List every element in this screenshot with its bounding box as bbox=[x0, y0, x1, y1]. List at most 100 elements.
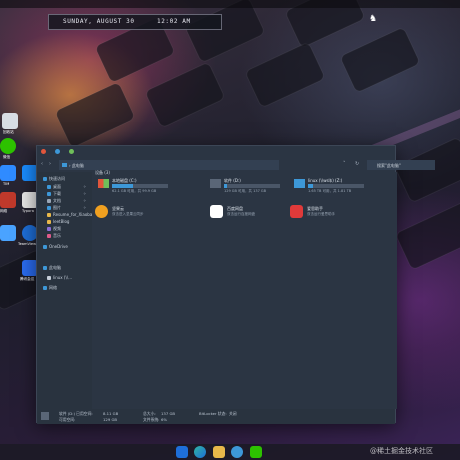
folder-icon bbox=[47, 213, 51, 217]
app-desc: 双击运行爱思助手 bbox=[307, 212, 335, 216]
sidebar-label: 桌面 bbox=[53, 184, 61, 189]
sidebar-item-network[interactable]: 网络 bbox=[43, 285, 57, 291]
app-baidu-netdisk[interactable]: 百度网盘 双击运行百度网盘 bbox=[210, 205, 288, 221]
desktop-icon-label: TIM bbox=[3, 182, 10, 186]
minimize-button[interactable] bbox=[55, 149, 60, 154]
sidebar-item-downloads[interactable]: 下载 bbox=[47, 191, 61, 197]
drive-usage-bar bbox=[224, 184, 280, 188]
date-time-widget: SUNDAY, AUGUST 30 12:02 AM bbox=[48, 14, 222, 30]
sidebar-label: 快速访问 bbox=[49, 176, 65, 181]
app-desc: 双击运行百度网盘 bbox=[227, 212, 255, 216]
sidebar-item-videos[interactable]: 视频 bbox=[47, 226, 61, 232]
drive-free-text: 62.1 GB 可用，共 99.9 GB bbox=[112, 189, 157, 193]
sidebar-item-pictures[interactable]: 图片 bbox=[47, 205, 61, 211]
music-folder-icon bbox=[47, 234, 51, 238]
folder-icon[interactable] bbox=[0, 225, 16, 241]
drive-name: linux (\\wsl$) (Z:) bbox=[308, 178, 343, 183]
star-icon bbox=[43, 177, 47, 181]
file-explorer-icon[interactable] bbox=[213, 446, 225, 458]
pin-icon[interactable]: ✧ bbox=[83, 191, 86, 196]
sidebar-label: linux (\\... bbox=[53, 275, 73, 280]
status-free-value: 129 GB bbox=[103, 417, 118, 422]
app-jianguoyun[interactable]: 坚果云 双击进入坚果云同步 bbox=[95, 205, 173, 221]
status-bitlocker-value: 关闭 bbox=[229, 411, 237, 416]
drive-free-text: 129 GB 可用，共 137 GB bbox=[224, 189, 267, 193]
recycle-bin-icon[interactable] bbox=[2, 113, 18, 129]
sidebar-item-resume[interactable]: Resume_for_Xiaobai bbox=[47, 212, 93, 217]
desktop-icon-label: 腾讯会议 bbox=[20, 277, 35, 281]
wechat-taskbar-icon[interactable] bbox=[250, 446, 262, 458]
address-bar[interactable]: › 此电脑 bbox=[59, 160, 279, 170]
date-text: SUNDAY, AUGUST 30 bbox=[63, 18, 135, 25]
top-strip bbox=[0, 0, 460, 8]
desktop-icon-label: 回收站 bbox=[3, 130, 14, 134]
status-total-value: 137 GB bbox=[161, 411, 176, 416]
network-drive-icon bbox=[294, 179, 305, 188]
app-i4-assistant[interactable]: 爱思助手 双击运行爱思助手 bbox=[290, 205, 368, 221]
address-bar-row: ‹ › › 此电脑 ˅ ↻ 搜索"此电脑" bbox=[37, 158, 435, 172]
pin-icon[interactable]: ✧ bbox=[83, 198, 86, 203]
drive-usage-bar bbox=[308, 184, 364, 188]
sidebar-label: OneDrive bbox=[49, 244, 68, 249]
drive-usage-fill bbox=[224, 184, 228, 188]
desktop-icon-label: 网络 bbox=[0, 209, 8, 213]
sidebar-label: 下载 bbox=[53, 191, 61, 196]
forward-icon[interactable]: › bbox=[49, 161, 51, 167]
tim-icon[interactable] bbox=[0, 165, 16, 181]
status-used-value: 8.11 GB bbox=[103, 411, 119, 416]
drive-d[interactable]: 软件 (D:) 129 GB 可用，共 137 GB bbox=[210, 177, 282, 199]
wechat-icon[interactable] bbox=[0, 138, 16, 154]
drive-free-text: 1.65 TB 可用，共 1.81 TB bbox=[308, 189, 352, 193]
pin-icon[interactable]: ✧ bbox=[83, 205, 86, 210]
computer-icon bbox=[62, 163, 67, 167]
computer-icon bbox=[43, 266, 47, 270]
edge-icon[interactable] bbox=[194, 446, 206, 458]
refresh-icon[interactable]: ↻ bbox=[355, 161, 359, 167]
watermark: @稀土掘金技术社区 bbox=[370, 447, 433, 455]
drive-z[interactable]: linux (\\wsl$) (Z:) 1.65 TB 可用，共 1.81 TB bbox=[294, 177, 366, 199]
picture-folder-icon bbox=[47, 206, 51, 210]
close-button[interactable] bbox=[41, 149, 46, 154]
title-bar bbox=[37, 146, 395, 158]
clock-app-icon[interactable] bbox=[231, 446, 243, 458]
breadcrumb[interactable]: 此电脑 bbox=[72, 163, 84, 168]
drive-usage-fill bbox=[308, 184, 314, 188]
drive-usage-fill bbox=[112, 184, 134, 188]
cloud-icon bbox=[43, 245, 47, 249]
maximize-button[interactable] bbox=[69, 149, 74, 154]
status-available-label: 可用空间: bbox=[59, 417, 76, 422]
sidebar-item-documents[interactable]: 文档 bbox=[47, 198, 61, 204]
app-desc: 双击进入坚果云同步 bbox=[112, 212, 144, 216]
sidebar-item-this-pc[interactable]: 此电脑 bbox=[43, 265, 61, 271]
content-pane: 设备 (3) 本地磁盘 (C:) 62.1 GB 可用，共 99.9 GB 软件… bbox=[92, 170, 397, 409]
document-folder-icon bbox=[47, 199, 51, 203]
desktop-icon-label: 微信 bbox=[3, 155, 11, 159]
sidebar-item-music[interactable]: 音乐 bbox=[47, 233, 61, 239]
sidebar-item-linux[interactable]: linux (\\... bbox=[47, 275, 72, 280]
desktop-icon-label: Typora bbox=[22, 209, 34, 213]
pin-icon[interactable]: ✧ bbox=[83, 184, 86, 189]
sidebar-item-quick-access[interactable]: 快速访问 bbox=[43, 176, 65, 182]
status-bitlocker-label: BitLocker 状态: bbox=[199, 411, 227, 416]
folder-icon bbox=[47, 220, 51, 224]
sidebar-label: 文档 bbox=[53, 198, 61, 203]
time-text: 12:02 AM bbox=[157, 18, 191, 25]
back-icon[interactable]: ‹ bbox=[41, 161, 43, 167]
sidebar-item-onedrive[interactable]: OneDrive bbox=[43, 244, 68, 249]
group-header-devices[interactable]: 设备 (3) bbox=[95, 170, 110, 176]
drive-c[interactable]: 本地磁盘 (C:) 62.1 GB 可用，共 99.9 GB bbox=[98, 177, 170, 199]
search-input[interactable]: 搜索"此电脑" bbox=[367, 160, 435, 170]
start-icon[interactable] bbox=[176, 446, 188, 458]
file-explorer-window: ‹ › › 此电脑 ˅ ↻ 搜索"此电脑" 快速访问 桌面 ✧ 下载 ✧ 文档 … bbox=[36, 145, 435, 424]
dropdown-icon[interactable]: ˅ bbox=[343, 161, 346, 167]
windows-drive-icon bbox=[98, 179, 109, 188]
shirt-icon[interactable]: ♞ bbox=[369, 14, 379, 24]
network-icon[interactable] bbox=[0, 192, 16, 208]
drive-icon bbox=[210, 179, 221, 188]
status-percent-value: 6% bbox=[161, 417, 168, 422]
sidebar-item-desktop[interactable]: 桌面 bbox=[47, 184, 61, 190]
sidebar-label: Resume_for_Xiaobai bbox=[53, 212, 94, 217]
nut-cloud-icon bbox=[95, 205, 108, 218]
sidebar-item-leetblog[interactable]: leetBlog bbox=[47, 219, 69, 224]
sidebar-label: 视频 bbox=[53, 226, 61, 231]
